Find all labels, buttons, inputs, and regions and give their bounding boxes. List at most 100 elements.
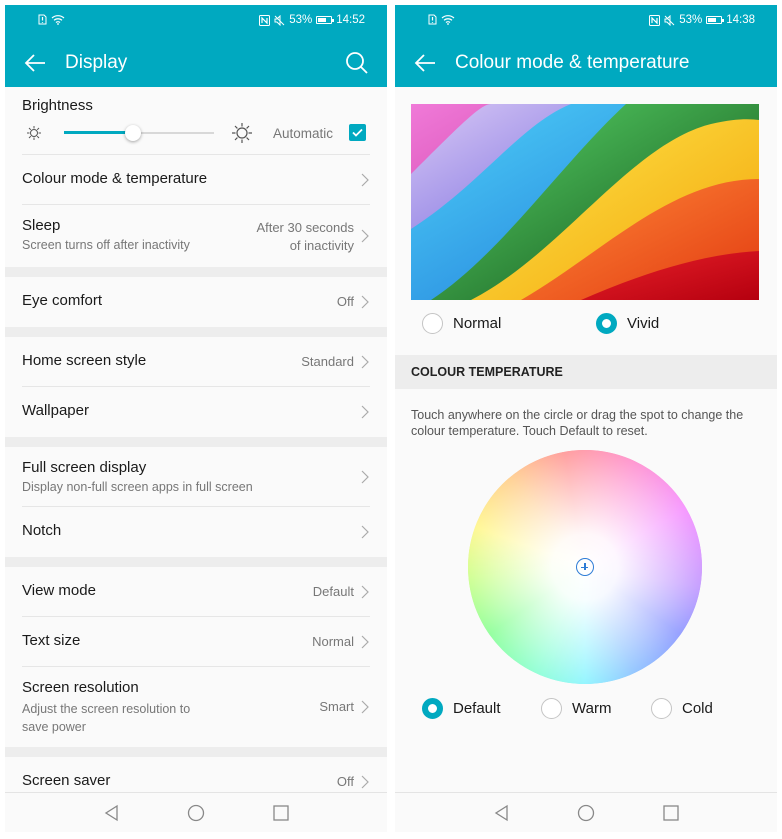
- section-divider: [5, 437, 387, 447]
- status-bar: 53% 14:52: [5, 5, 387, 37]
- chevron-right-icon: [361, 635, 369, 649]
- mute-icon: [664, 14, 675, 26]
- row-title: Sleep: [22, 217, 61, 234]
- row-title: Screen saver: [22, 772, 111, 789]
- row-value: Default: [312, 584, 354, 599]
- brightness-title: Brightness: [22, 97, 93, 114]
- chevron-right-icon: [361, 229, 369, 243]
- row-value: Off: [336, 774, 354, 789]
- temperature-option-default[interactable]: Default: [422, 698, 501, 719]
- radio-button[interactable]: [422, 698, 443, 719]
- nav-recents-icon[interactable]: [661, 803, 681, 823]
- colour-preview-image: [411, 104, 759, 300]
- row-subtitle: Screen turns off after inactivity: [22, 238, 190, 252]
- section-divider: [5, 267, 387, 277]
- row-subtitle-line: Adjust the screen resolution to: [22, 702, 191, 716]
- page-title: Display: [65, 52, 128, 73]
- app-bar: Display: [5, 41, 387, 85]
- radio-button[interactable]: [422, 313, 443, 334]
- radio-button[interactable]: [651, 698, 672, 719]
- settings-list: Brightness Automatic Colour mode & tempe…: [5, 87, 387, 807]
- colour-mode-option-vivid[interactable]: Vivid: [596, 313, 659, 334]
- colour-mode-option-normal[interactable]: Normal: [422, 313, 501, 334]
- sleep-row[interactable]: Sleep Screen turns off after inactivity …: [22, 205, 370, 267]
- radio-label: Default: [453, 700, 501, 717]
- chevron-right-icon: [361, 405, 369, 419]
- brightness-low-icon: [27, 126, 41, 140]
- row-title: Home screen style: [22, 352, 147, 369]
- brightness-high-icon: [232, 123, 252, 143]
- sim-alert-icon: [428, 14, 437, 25]
- page-title: Colour mode & temperature: [455, 52, 690, 73]
- text-size-row[interactable]: Text size Normal: [22, 617, 370, 667]
- radio-label: Warm: [572, 700, 612, 717]
- search-icon[interactable]: [343, 49, 371, 77]
- row-value: Standard: [301, 354, 354, 369]
- brightness-slider[interactable]: [64, 125, 214, 141]
- sim-alert-icon: [38, 14, 47, 25]
- eye-comfort-row[interactable]: Eye comfort Off: [22, 277, 370, 327]
- row-subtitle: Display non-full screen apps in full scr…: [22, 480, 253, 494]
- row-title: Full screen display: [22, 459, 147, 476]
- top-bar: 53% 14:52 Display: [5, 5, 387, 87]
- nav-home-icon[interactable]: [186, 803, 206, 823]
- notch-row[interactable]: Notch: [22, 507, 370, 557]
- radio-button[interactable]: [541, 698, 562, 719]
- help-text: Touch anywhere on the circle or drag the…: [411, 408, 744, 438]
- clock: 14:52: [336, 14, 365, 26]
- row-value: Normal: [312, 634, 354, 649]
- radio-button[interactable]: [596, 313, 617, 334]
- chevron-right-icon: [361, 585, 369, 599]
- battery-percent: 53%: [289, 14, 313, 26]
- battery-percent: 53%: [679, 14, 703, 26]
- chevron-right-icon: [361, 470, 369, 484]
- arrow-left-icon[interactable]: [21, 49, 49, 77]
- chevron-right-icon: [361, 700, 369, 714]
- section-header: COLOUR TEMPERATURE: [395, 355, 777, 389]
- row-value: Smart: [319, 699, 354, 714]
- slider-thumb[interactable]: [125, 125, 141, 141]
- row-value-line: After 30 seconds: [256, 220, 354, 235]
- screen-resolution-row[interactable]: Screen resolution Adjust the screen reso…: [22, 667, 370, 747]
- chevron-right-icon: [361, 295, 369, 309]
- row-value: After 30 seconds of inactivity: [256, 219, 354, 255]
- chevron-right-icon: [361, 525, 369, 539]
- row-subtitle-line: save power: [22, 720, 86, 734]
- automatic-checkbox[interactable]: [349, 124, 366, 141]
- chevron-right-icon: [361, 355, 369, 369]
- section-header-label: COLOUR TEMPERATURE: [411, 365, 563, 379]
- clock: 14:38: [726, 14, 755, 26]
- radio-label: Normal: [453, 315, 502, 332]
- row-title: Eye comfort: [22, 292, 103, 309]
- temperature-option-warm[interactable]: Warm: [541, 698, 611, 719]
- wifi-icon: [51, 15, 65, 25]
- nav-recents-icon[interactable]: [271, 803, 291, 823]
- radio-label: Cold: [682, 700, 713, 717]
- arrow-left-icon[interactable]: [411, 49, 439, 77]
- section-divider: [5, 557, 387, 567]
- row-value-line: of inactivity: [289, 238, 354, 253]
- row-title: Screen resolution: [22, 679, 139, 696]
- colour-temperature-spot[interactable]: [576, 558, 594, 576]
- row-title: View mode: [22, 582, 96, 599]
- mute-icon: [274, 14, 285, 26]
- home-screen-style-row[interactable]: Home screen style Standard: [22, 337, 370, 387]
- full-screen-display-row[interactable]: Full screen display Display non-full scr…: [22, 447, 370, 507]
- colour-mode-content: Normal Vivid COLOUR TEMPERATURE Touch an…: [395, 87, 777, 832]
- nav-home-icon[interactable]: [576, 803, 596, 823]
- nav-back-icon[interactable]: [102, 803, 122, 823]
- colour-mode-screen: 53% 14:38 Colour mode & temperature Norm…: [395, 5, 777, 832]
- nav-back-icon[interactable]: [492, 803, 512, 823]
- temperature-option-cold[interactable]: Cold: [651, 698, 713, 719]
- row-value: Off: [336, 294, 354, 309]
- row-title: Notch: [22, 522, 62, 539]
- section-divider: [5, 327, 387, 337]
- colour-mode-row[interactable]: Colour mode & temperature: [22, 155, 370, 205]
- section-divider: [5, 747, 387, 757]
- row-title: Text size: [22, 632, 81, 649]
- row-title: Wallpaper: [22, 402, 89, 419]
- wallpaper-row[interactable]: Wallpaper: [22, 387, 370, 437]
- battery-icon: [316, 16, 335, 24]
- view-mode-row[interactable]: View mode Default: [22, 567, 370, 617]
- nfc-icon: [649, 14, 661, 26]
